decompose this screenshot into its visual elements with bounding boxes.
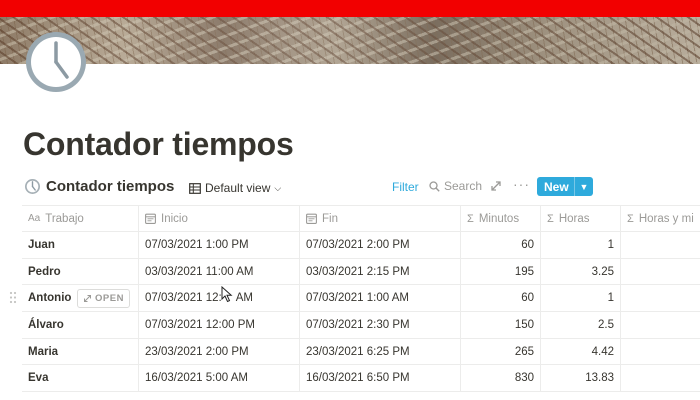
- drag-handle-icon[interactable]: [9, 291, 17, 304]
- horas-y-minutos-cell[interactable]: [621, 232, 700, 258]
- mouse-cursor-icon: [221, 286, 233, 303]
- database-header: Contador tiempos Default view ⌵ Filter S…: [24, 176, 700, 198]
- more-options-icon[interactable]: ···: [513, 176, 530, 192]
- horas-y-minutos-cell[interactable]: [621, 259, 700, 285]
- table-row[interactable]: Maria 23/03/2021 2:00 PM 23/03/2021 6:25…: [22, 338, 700, 366]
- column-label: Inicio: [161, 212, 188, 225]
- inicio-value-rest: AM: [235, 292, 253, 305]
- expand-icon[interactable]: [490, 180, 502, 192]
- view-label: Default view: [205, 181, 271, 195]
- trabajo-cell[interactable]: Antonio OPEN: [22, 285, 139, 312]
- column-header-trabajo[interactable]: Aa Trabajo: [22, 206, 139, 231]
- minutos-cell[interactable]: 265: [461, 338, 541, 365]
- column-label: Minutos: [478, 212, 520, 225]
- inicio-cell[interactable]: 07/03/2021 1:00 PM: [139, 232, 300, 258]
- formula-sigma-icon: Σ: [547, 212, 554, 225]
- column-header-horas[interactable]: Σ Horas: [541, 206, 621, 231]
- table-view-icon: [189, 182, 201, 194]
- formula-sigma-icon: Σ: [467, 212, 474, 225]
- trabajo-cell[interactable]: Juan: [22, 232, 139, 258]
- cover-image[interactable]: [0, 17, 700, 64]
- fin-cell[interactable]: 23/03/2021 6:25 PM: [300, 338, 461, 365]
- open-button[interactable]: OPEN: [77, 289, 130, 309]
- trabajo-cell[interactable]: Maria: [22, 338, 139, 365]
- inicio-cell[interactable]: 23/03/2021 2:00 PM: [139, 338, 300, 365]
- fin-cell[interactable]: 07/03/2021 1:00 AM: [300, 285, 461, 312]
- title-property-icon: Aa: [28, 213, 41, 224]
- minutos-cell[interactable]: 195: [461, 258, 541, 285]
- column-label: Horas: [558, 212, 590, 225]
- table-header-row: Aa Trabajo Inicio Fin Σ Minutos Σ Horas …: [22, 205, 700, 232]
- table-row[interactable]: Juan 07/03/2021 1:00 PM 07/03/2021 2:00 …: [22, 232, 700, 259]
- minutos-cell[interactable]: 150: [461, 312, 541, 338]
- horas-y-minutos-cell[interactable]: [621, 285, 700, 311]
- minutos-cell[interactable]: 60: [461, 285, 541, 312]
- inicio-cell[interactable]: 03/03/2021 11:00 AM: [139, 258, 300, 285]
- column-label: Trabajo: [45, 212, 84, 225]
- column-label: Fin: [322, 212, 338, 225]
- view-selector[interactable]: Default view ⌵: [189, 179, 281, 197]
- fin-cell[interactable]: 07/03/2021 2:30 PM: [300, 312, 461, 338]
- horas-y-minutos-cell[interactable]: [621, 365, 700, 391]
- fin-cell[interactable]: 07/03/2021 2:00 PM: [300, 232, 461, 258]
- horas-cell[interactable]: 3.25: [541, 258, 621, 285]
- column-header-fin[interactable]: Fin: [300, 206, 461, 231]
- search-button[interactable]: Search: [429, 179, 482, 193]
- trabajo-cell[interactable]: Álvaro: [22, 312, 139, 338]
- inicio-value: 07/03/2021 12:: [145, 292, 222, 305]
- trabajo-cell[interactable]: Pedro: [22, 258, 139, 285]
- horas-cell[interactable]: 1: [541, 232, 621, 258]
- inicio-cell[interactable]: 07/03/2021 12: AM: [139, 285, 300, 312]
- open-label: OPEN: [95, 293, 124, 305]
- table-row[interactable]: Pedro 03/03/2021 11:00 AM 03/03/2021 2:1…: [22, 258, 700, 286]
- database-table: Aa Trabajo Inicio Fin Σ Minutos Σ Horas …: [22, 205, 700, 393]
- new-button-label: New: [544, 179, 569, 194]
- horas-cell[interactable]: 1: [541, 285, 621, 312]
- horas-y-minutos-cell[interactable]: [621, 312, 700, 338]
- database-title[interactable]: Contador tiempos: [46, 178, 174, 195]
- fin-cell[interactable]: 16/03/2021 6:50 PM: [300, 365, 461, 392]
- search-label: Search: [444, 179, 483, 193]
- horas-cell[interactable]: 4.42: [541, 338, 621, 365]
- column-header-minutos[interactable]: Σ Minutos: [461, 206, 541, 231]
- chevron-down-icon: ⌵: [274, 182, 282, 193]
- clock-icon[interactable]: [24, 30, 88, 94]
- horas-cell[interactable]: 13.83: [541, 365, 621, 392]
- column-header-inicio[interactable]: Inicio: [139, 206, 300, 231]
- minutos-cell[interactable]: 830: [461, 365, 541, 392]
- formula-sigma-icon: Σ: [627, 212, 634, 225]
- table-row[interactable]: Antonio OPEN 07/03/2021 12: AM 07/03/202…: [22, 285, 700, 313]
- table-row[interactable]: Álvaro 07/03/2021 12:00 PM 07/03/2021 2:…: [22, 312, 700, 339]
- trabajo-value: Antonio: [28, 292, 72, 305]
- horas-cell[interactable]: 2.5: [541, 312, 621, 338]
- database-clock-icon: [25, 179, 40, 194]
- new-button[interactable]: New ▼: [537, 177, 593, 196]
- calendar-icon: [306, 213, 317, 224]
- search-icon: [429, 180, 440, 192]
- top-red-bar: [0, 0, 700, 17]
- horas-y-minutos-cell[interactable]: [621, 339, 700, 365]
- calendar-icon: [145, 213, 156, 224]
- trabajo-cell[interactable]: Eva: [22, 365, 139, 392]
- column-label: Horas y mi: [638, 212, 694, 225]
- minutos-cell[interactable]: 60: [461, 232, 541, 258]
- table-row[interactable]: Eva 16/03/2021 5:00 AM 16/03/2021 6:50 P…: [22, 365, 700, 393]
- filter-button[interactable]: Filter: [392, 180, 419, 194]
- column-header-horas-y-minutos[interactable]: Σ Horas y mi: [621, 206, 700, 231]
- inicio-cell[interactable]: 16/03/2021 5:00 AM: [139, 365, 300, 392]
- fin-cell[interactable]: 03/03/2021 2:15 PM: [300, 258, 461, 285]
- chevron-down-icon[interactable]: ▼: [575, 182, 593, 192]
- inicio-cell[interactable]: 07/03/2021 12:00 PM: [139, 312, 300, 338]
- page-title[interactable]: Contador tiempos: [23, 126, 294, 163]
- open-arrows-icon: [84, 295, 92, 303]
